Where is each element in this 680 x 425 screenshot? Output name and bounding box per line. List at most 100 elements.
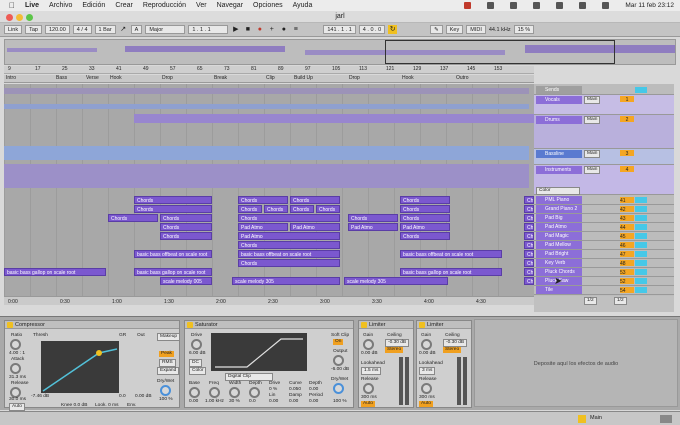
output-value[interactable]: 0.00 dB <box>135 394 152 399</box>
menu-file[interactable]: Archivo <box>49 2 72 9</box>
clip-chords[interactable]: Chords <box>134 196 212 204</box>
clip-bass-gallop[interactable]: basic bass gallop on scale root <box>134 268 212 276</box>
mode-select[interactable]: Digital Clip <box>225 373 273 381</box>
track-vocals[interactable]: Vocals Main 1 <box>534 95 674 115</box>
volume-field[interactable]: 48 <box>620 260 634 267</box>
freq-knob[interactable] <box>209 387 220 398</box>
menu-create[interactable]: Crear <box>115 2 133 9</box>
locator-build-up[interactable]: Build Up <box>294 75 313 81</box>
value[interactable]: 0 % <box>269 387 277 392</box>
output-knob[interactable] <box>333 355 344 366</box>
song-position[interactable]: 1 . 1 . 1 <box>188 25 229 34</box>
key-select[interactable]: A <box>130 25 143 34</box>
app-menu[interactable]: Live <box>25 2 39 9</box>
auto-button[interactable]: Auto <box>419 401 433 407</box>
rms-button[interactable]: RMS <box>159 359 176 367</box>
power-icon[interactable] <box>7 322 13 328</box>
track-tile[interactable]: Tile 54 <box>534 286 674 295</box>
volume-field[interactable]: 54 <box>620 287 634 294</box>
clip-pad-atmo[interactable]: Pad Atmo <box>290 223 340 231</box>
stereo-button[interactable]: Stereo <box>443 347 462 353</box>
app-icon[interactable] <box>487 2 495 9</box>
makeup-button[interactable]: Makeup <box>157 333 181 341</box>
locator-drop-2[interactable]: Drop <box>349 75 360 81</box>
output-select[interactable]: Main <box>584 96 601 104</box>
record-button-icon[interactable]: ● <box>255 25 264 34</box>
stereo-button[interactable]: Stereo <box>385 347 404 353</box>
clip-chords-partial[interactable]: Chor <box>524 259 534 267</box>
volume-field[interactable]: 47 <box>620 251 634 258</box>
locator-clip[interactable]: Clip <box>266 75 275 81</box>
tap-button[interactable]: Tap <box>25 25 42 34</box>
track-sends[interactable]: Sends <box>534 86 674 95</box>
clip-chords[interactable]: Chords <box>160 214 212 222</box>
locator-bass[interactable]: Bass <box>56 75 67 81</box>
peak-button[interactable]: Peak <box>159 351 174 357</box>
ceiling-field[interactable]: -0.30 dB <box>443 339 468 347</box>
ratio-knob[interactable] <box>10 339 21 350</box>
drywet-knob[interactable] <box>160 385 171 396</box>
clip-chords[interactable]: Chords <box>160 223 212 231</box>
value[interactable]: 0.00 <box>309 399 318 404</box>
clip-chords[interactable]: Chords <box>348 214 398 222</box>
clip-chords[interactable]: Chords <box>238 241 340 249</box>
output-select[interactable]: Main <box>584 166 601 174</box>
track-pad-bright[interactable]: Pad Bright 47 <box>534 250 674 259</box>
volume-field[interactable]: 2 <box>620 116 634 123</box>
output-select[interactable]: Main <box>584 116 601 124</box>
volume-field[interactable]: 42 <box>620 206 634 213</box>
automation-arm-icon[interactable]: ● <box>279 25 288 34</box>
value[interactable]: 0.00 <box>289 399 298 404</box>
device-view-toggle-icon[interactable] <box>660 415 672 423</box>
clip-chords-partial[interactable]: Chor <box>524 277 534 285</box>
envelope-value[interactable]: Env. <box>127 403 136 408</box>
clip-scale-melody[interactable]: scale melody 305 <box>232 277 340 285</box>
apple-icon[interactable]:  <box>9 1 15 10</box>
menu-playback[interactable]: Reproducción <box>143 2 186 9</box>
clock[interactable]: Mar 11 feb 23:12 <box>625 2 674 9</box>
clip-chords-partial[interactable]: Chor <box>524 223 534 231</box>
volume-field[interactable]: 44 <box>620 224 634 231</box>
clip-bass-offbeat[interactable]: basic bass offbeat on scale root <box>400 250 502 258</box>
drywet-knob[interactable] <box>333 383 344 394</box>
output-select[interactable]: Main <box>584 150 601 158</box>
compressor-device[interactable]: Compressor Ratio 4.00 : 1 Attack 31.3 ms… <box>4 320 181 411</box>
clip-chords[interactable]: Chords <box>238 196 288 204</box>
clip-chords-partial[interactable]: Chor <box>524 214 534 222</box>
auto-release-button[interactable]: Auto <box>9 403 25 411</box>
locator-intro[interactable]: Intro <box>6 75 16 81</box>
release-knob[interactable] <box>421 383 432 394</box>
clip-bass-offbeat[interactable]: basic bass offbeat on scale root <box>238 250 340 258</box>
auto-button[interactable]: Auto <box>361 401 375 407</box>
battery-icon[interactable] <box>533 2 541 9</box>
link-button[interactable]: Link <box>4 25 23 34</box>
track-drums[interactable]: Drums Main 2 <box>534 115 674 149</box>
volume-field[interactable]: 1 <box>620 96 634 103</box>
clip-bass-gallop[interactable]: basic bass gallop on scale root <box>400 268 502 276</box>
track-pad-magic[interactable]: Pad Magic 45 <box>534 232 674 241</box>
volume-field[interactable]: 41 <box>620 197 634 204</box>
clip-chords[interactable]: Chords <box>400 214 450 222</box>
clip-chords-partial[interactable]: Chor <box>524 250 534 258</box>
tempo-field[interactable]: 120.00 <box>44 25 70 34</box>
wifi-icon[interactable] <box>556 2 564 9</box>
clip-chords[interactable]: Chords <box>400 205 450 213</box>
play-icon[interactable]: ▶ <box>231 25 240 34</box>
zoom-window-icon[interactable] <box>26 14 33 21</box>
clip-chords[interactable]: Chords <box>290 196 340 204</box>
volume-field[interactable]: 43 <box>620 215 634 222</box>
value[interactable]: 0.050 <box>289 387 301 392</box>
record-icon[interactable] <box>464 2 472 9</box>
draw-mode-button[interactable]: ✎ <box>430 25 443 34</box>
clip-bass-offbeat[interactable]: basic bass offbeat on scale root <box>134 250 212 258</box>
clip-pad-atmo[interactable]: Pad Atmo <box>238 223 288 231</box>
clip-chords[interactable]: Chords <box>238 259 340 267</box>
power-icon[interactable] <box>419 322 425 328</box>
gain-knob[interactable] <box>421 339 432 350</box>
key-map-button[interactable]: Key <box>445 25 464 34</box>
ceiling-field[interactable]: -0.30 dB <box>385 339 410 347</box>
clip-chords[interactable]: Chords <box>316 205 340 213</box>
locator-hook[interactable]: Hook <box>110 75 122 81</box>
capture-icon[interactable]: ≡ <box>291 25 300 34</box>
thresh-value[interactable]: -7.46 dB <box>31 394 49 399</box>
